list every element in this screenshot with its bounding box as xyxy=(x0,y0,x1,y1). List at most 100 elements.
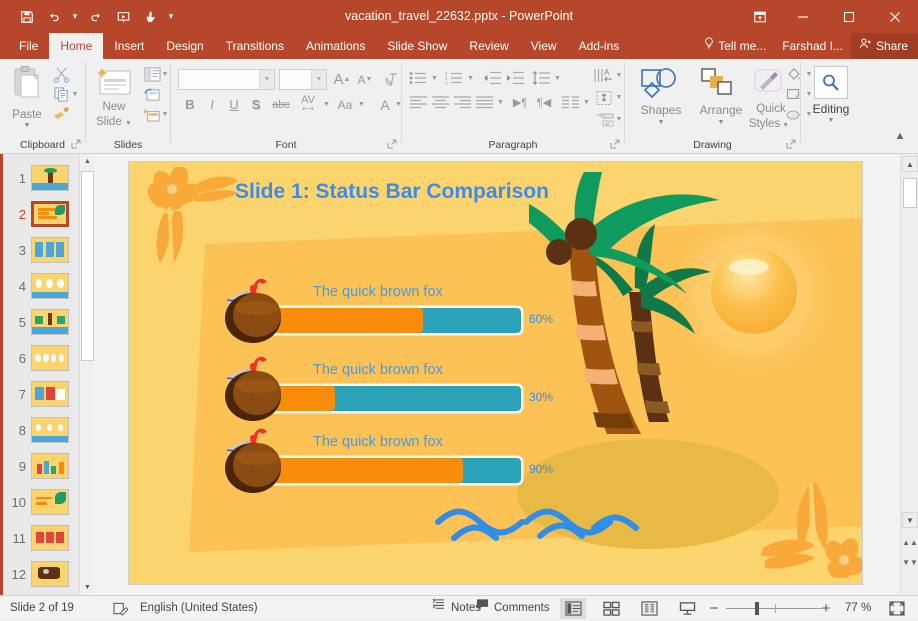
slide-layout-icon[interactable] xyxy=(142,66,162,83)
scroll-up-button[interactable]: ▲ xyxy=(902,156,918,172)
clear-formatting-icon[interactable] xyxy=(382,69,402,90)
text-shadow-button[interactable]: S xyxy=(246,94,266,115)
underline-button[interactable]: U xyxy=(224,94,244,115)
slide-thumbnail-7[interactable]: 7 xyxy=(3,376,79,412)
clipboard-dialog-launcher[interactable] xyxy=(71,139,82,150)
shapes-dropdown-icon[interactable]: ▼ xyxy=(629,119,693,126)
slide-thumbnail-1[interactable]: 1 xyxy=(3,160,79,196)
paste-dropdown-icon[interactable]: ▼ xyxy=(2,122,52,129)
paste-button[interactable] xyxy=(8,65,46,111)
magnifier-icon[interactable] xyxy=(814,66,848,99)
increase-font-size-button[interactable]: A ▲ xyxy=(331,69,353,90)
zoom-out-button[interactable]: − xyxy=(706,600,722,617)
cut-icon[interactable] xyxy=(50,65,72,83)
tab-file[interactable]: File xyxy=(8,33,49,59)
tab-review[interactable]: Review xyxy=(458,33,519,59)
thumbnail-pane-scrollbar[interactable]: ▲ ▼ xyxy=(79,154,95,595)
font-size-dropdown-icon[interactable]: ▼ xyxy=(311,70,326,89)
font-name-dropdown-icon[interactable]: ▼ xyxy=(259,70,274,89)
decrease-font-size-button[interactable]: A ▼ xyxy=(354,69,376,90)
format-painter-icon[interactable] xyxy=(50,104,72,122)
align-text-dropdown-icon[interactable]: ▼ xyxy=(614,87,624,108)
character-spacing-dropdown-icon[interactable]: ▼ xyxy=(321,94,332,115)
text-direction-rtl-icon[interactable]: ¶◀ xyxy=(532,92,556,112)
slide-thumbnail-9[interactable]: 9 xyxy=(3,448,79,484)
numbering-icon[interactable]: 123 xyxy=(443,68,465,88)
tab-transitions[interactable]: Transitions xyxy=(215,33,295,59)
drawing-dialog-launcher[interactable] xyxy=(786,139,797,150)
smartart-dropdown-icon[interactable]: ▼ xyxy=(614,109,624,130)
slide-sorter-view-button[interactable] xyxy=(598,598,624,619)
arrange-dropdown-icon[interactable]: ▼ xyxy=(693,119,749,126)
zoom-slider-track-right[interactable] xyxy=(786,608,822,609)
tell-me-button[interactable]: Tell me... xyxy=(696,33,774,59)
slide-title[interactable]: Slide 1: Status Bar Comparison xyxy=(235,180,549,204)
line-spacing-dropdown-icon[interactable]: ▼ xyxy=(552,68,563,88)
slide-thumbnail-4[interactable]: 4 xyxy=(3,268,79,304)
bold-button[interactable]: B xyxy=(180,94,200,115)
vertical-scrollbar-thumb[interactable] xyxy=(903,178,917,208)
numbering-dropdown-icon[interactable]: ▼ xyxy=(465,68,476,88)
convert-to-smartart-icon[interactable] xyxy=(592,109,616,130)
font-size-input[interactable]: ▼ xyxy=(279,69,327,90)
slide-thumbnail-3[interactable]: 3 xyxy=(3,232,79,268)
change-case-button[interactable]: Aa xyxy=(334,94,356,115)
tab-slide-show[interactable]: Slide Show xyxy=(376,33,458,59)
align-center-icon[interactable] xyxy=(429,92,451,112)
align-right-icon[interactable] xyxy=(451,92,473,112)
font-name-input[interactable]: ▼ xyxy=(178,69,275,90)
tab-add-ins[interactable]: Add-ins xyxy=(568,33,631,59)
tab-design[interactable]: Design xyxy=(155,33,214,59)
zoom-in-button[interactable]: + xyxy=(818,600,834,617)
bar-track-1[interactable] xyxy=(269,308,521,333)
bullets-icon[interactable] xyxy=(407,68,429,88)
align-text-icon[interactable] xyxy=(592,87,616,108)
character-spacing-button[interactable]: AV ⟷ xyxy=(295,92,321,115)
text-direction-icon[interactable]: A xyxy=(592,65,616,86)
tab-home[interactable]: Home xyxy=(49,33,104,59)
slide-layout-dropdown-icon[interactable]: ▼ xyxy=(160,66,170,83)
copy-dropdown-icon[interactable]: ▼ xyxy=(70,85,80,103)
slide-canvas[interactable]: Slide 1: Status Bar Comparison The quick… xyxy=(128,161,863,585)
slide-thumbnail-10[interactable]: 10 xyxy=(3,484,79,520)
ribbon-display-options-button[interactable] xyxy=(740,0,780,33)
share-button[interactable]: Share xyxy=(850,33,918,59)
normal-view-button[interactable] xyxy=(560,598,586,619)
font-dialog-launcher[interactable] xyxy=(387,139,398,150)
notes-page-icon[interactable] xyxy=(113,596,128,621)
align-left-icon[interactable] xyxy=(407,92,429,112)
bullets-dropdown-icon[interactable]: ▼ xyxy=(429,68,440,88)
font-color-button[interactable]: A xyxy=(376,94,394,115)
slide-counter[interactable]: Slide 2 of 19 xyxy=(10,596,74,621)
slide-section-dropdown-icon[interactable]: ▼ xyxy=(160,106,170,123)
slide-vertical-scrollbar[interactable]: ▲ ▼ ▲▲ ▼▼ xyxy=(900,154,918,595)
fit-slide-to-window-icon[interactable] xyxy=(884,598,910,619)
slide-show-button[interactable] xyxy=(674,598,700,619)
bar-track-2[interactable] xyxy=(269,386,521,411)
tab-view[interactable]: View xyxy=(520,33,568,59)
slide-thumbnail-2[interactable]: 2 xyxy=(3,196,79,232)
decrease-indent-icon[interactable] xyxy=(480,68,503,88)
close-button[interactable] xyxy=(872,0,918,33)
slide-thumbnail-5[interactable]: 5 xyxy=(3,304,79,340)
paragraph-dialog-launcher[interactable] xyxy=(610,139,621,150)
thumbnail-scroll-up-button[interactable]: ▲ xyxy=(80,154,95,169)
previous-slide-button[interactable]: ▲▲ xyxy=(902,536,918,549)
italic-button[interactable]: I xyxy=(202,94,222,115)
columns-icon[interactable] xyxy=(559,92,581,112)
scroll-down-button[interactable]: ▼ xyxy=(902,512,918,528)
text-direction-ltr-icon[interactable]: ▶¶ xyxy=(508,92,532,112)
line-spacing-icon[interactable] xyxy=(529,68,552,88)
shapes-button[interactable] xyxy=(639,67,683,101)
justify-icon[interactable] xyxy=(473,92,495,112)
reading-view-button[interactable] xyxy=(636,598,662,619)
slide-thumbnail-6[interactable]: 6 xyxy=(3,340,79,376)
tab-insert[interactable]: Insert xyxy=(103,33,155,59)
comments-button[interactable]: Comments xyxy=(469,596,557,621)
bar-track-3[interactable] xyxy=(269,458,521,483)
maximize-button[interactable] xyxy=(826,0,872,33)
thumbnail-scrollbar-thumb[interactable] xyxy=(81,171,94,361)
collapse-ribbon-icon[interactable]: ▲ xyxy=(890,127,910,145)
increase-indent-icon[interactable] xyxy=(503,68,526,88)
slide-thumbnail-8[interactable]: 8 xyxy=(3,412,79,448)
